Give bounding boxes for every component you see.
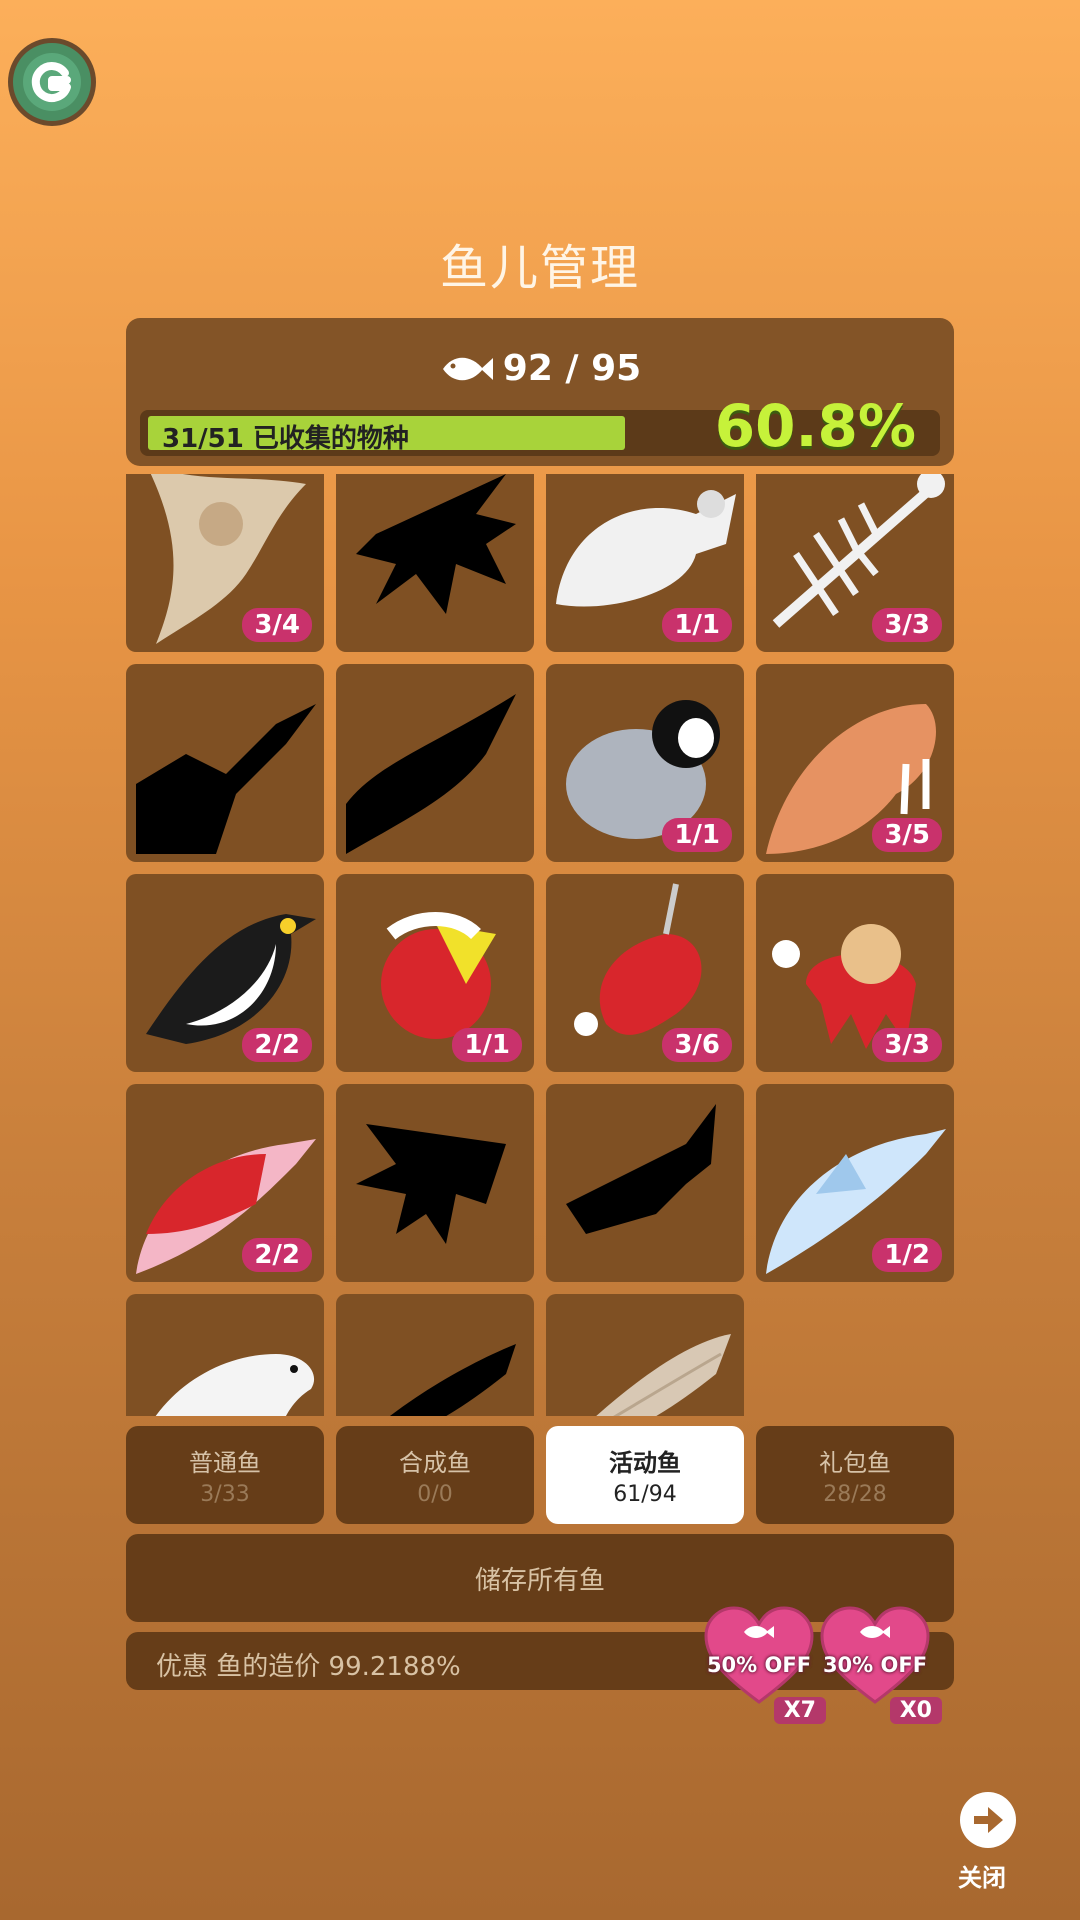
creature-card-walrus[interactable]: 3/5: [756, 664, 954, 862]
tab-label: 礼包鱼: [819, 1449, 891, 1477]
creature-card-spiky-fish-silhouette[interactable]: [336, 474, 534, 652]
coupon-label: 50% OFF: [706, 1653, 812, 1677]
close-label: 关闭: [958, 1864, 1006, 1892]
coupon-50-off[interactable]: 50% OFF X7: [704, 1606, 826, 1724]
fish-count-text: 92 / 95: [502, 348, 642, 389]
creature-count-badge: 2/2: [242, 1238, 312, 1272]
tab-merged-fish[interactable]: 合成鱼 0/0: [336, 1426, 534, 1524]
creature-card-fish-skeleton[interactable]: 3/3: [756, 474, 954, 652]
creature-card-penguin-chick[interactable]: 1/1: [546, 664, 744, 862]
creature-count-badge: 1/2: [872, 1238, 942, 1272]
creature-count-badge: 3/4: [242, 608, 312, 642]
crab-silhouette-icon: [136, 704, 316, 854]
discount-text: 优惠 鱼的造价 99.2188%: [156, 1652, 461, 1682]
spiky-fish-silhouette-icon: [356, 474, 516, 614]
category-tabs: 普通鱼 3/33 合成鱼 0/0 活动鱼 61/94 礼包鱼 28/28: [126, 1426, 954, 1524]
creature-card-whale-silhouette[interactable]: [336, 1294, 534, 1416]
tab-normal-fish[interactable]: 普通鱼 3/33: [126, 1426, 324, 1524]
fish-icon: [442, 357, 493, 380]
creature-count-badge: 3/5: [872, 818, 942, 852]
creature-card-santa-pink-dolphin[interactable]: 2/2: [126, 1084, 324, 1282]
species-progress-label: 31/51 已收集的物种: [162, 424, 409, 454]
close-button[interactable]: [960, 1792, 1016, 1848]
tab-label: 活动鱼: [609, 1449, 681, 1477]
creature-count-badge: 3/6: [662, 1028, 732, 1062]
polar-bear-icon: [155, 1354, 315, 1416]
tab-label: 合成鱼: [399, 1449, 471, 1477]
creature-card-ice-dolphin[interactable]: 1/2: [756, 1084, 954, 1282]
arrow-right-icon: [974, 1807, 1003, 1833]
creature-count-badge: 1/1: [662, 818, 732, 852]
coupon-multiplier: X0: [889, 1697, 942, 1724]
creature-count-badge: 3/3: [872, 608, 942, 642]
creature-card-crab-silhouette[interactable]: [126, 664, 324, 862]
tab-gift-fish[interactable]: 礼包鱼 28/28: [756, 1426, 954, 1524]
creature-count-badge: 2/2: [242, 1028, 312, 1062]
creature-card-santa-octopus[interactable]: 3/3: [756, 874, 954, 1072]
collection-header: 92 / 95 31/51 已收集的物种 60.8%: [126, 318, 954, 466]
fish-count-display: 92 / 95: [126, 348, 954, 389]
collection-percent: 60.8%: [714, 392, 916, 460]
g-glyph-icon: [23, 53, 81, 111]
page-title: 鱼儿管理: [439, 240, 640, 296]
creature-card-sawfish-silhouette[interactable]: [336, 664, 534, 862]
g-logo-icon[interactable]: [8, 38, 96, 126]
sawfish-silhouette-icon: [346, 694, 516, 854]
tab-label: 普通鱼: [189, 1449, 261, 1477]
creature-count-badge: 1/1: [452, 1028, 522, 1062]
whale-silhouette-icon: [389, 1344, 516, 1416]
coupon-label: 30% OFF: [822, 1653, 928, 1677]
creature-grid[interactable]: 3/4 1/1 3/3 1/1 3/5 2/2 1/1 3/6 3/3 2/2 1/2: [126, 474, 954, 1416]
rocky-creature-silhouette-icon: [566, 1104, 716, 1234]
tab-count: 28/28: [823, 1482, 887, 1507]
creature-card-spiky-creature-silhouette[interactable]: [336, 1084, 534, 1282]
tab-count: 0/0: [417, 1482, 453, 1507]
creature-card-emperor-penguin[interactable]: 2/2: [126, 874, 324, 1072]
creature-card-santa-seahorse[interactable]: 3/6: [546, 874, 744, 1072]
creature-card-turtle-skeleton[interactable]: 1/1: [546, 474, 744, 652]
creature-count-badge: 3/3: [872, 1028, 942, 1062]
tab-count: 61/94: [613, 1482, 677, 1507]
creature-card-polar-bear[interactable]: [126, 1294, 324, 1416]
coupon-30-off[interactable]: 30% OFF X0: [820, 1606, 942, 1724]
creature-card-santa-yellow-fish[interactable]: 1/1: [336, 874, 534, 1072]
humpback-whale-icon: [596, 1334, 731, 1416]
creature-card-humpback-whale[interactable]: [546, 1294, 744, 1416]
creature-card-rocky-creature-silhouette[interactable]: [546, 1084, 744, 1282]
creature-count-badge: 1/1: [662, 608, 732, 642]
spiky-creature-silhouette-icon: [356, 1124, 506, 1244]
tab-event-fish[interactable]: 活动鱼 61/94: [546, 1426, 744, 1524]
tab-count: 3/33: [200, 1482, 250, 1507]
coupon-multiplier: X7: [773, 1697, 826, 1724]
creature-card-manta-ray-fossil[interactable]: 3/4: [126, 474, 324, 652]
species-progress-bar: 31/51 已收集的物种 60.8%: [140, 392, 940, 460]
